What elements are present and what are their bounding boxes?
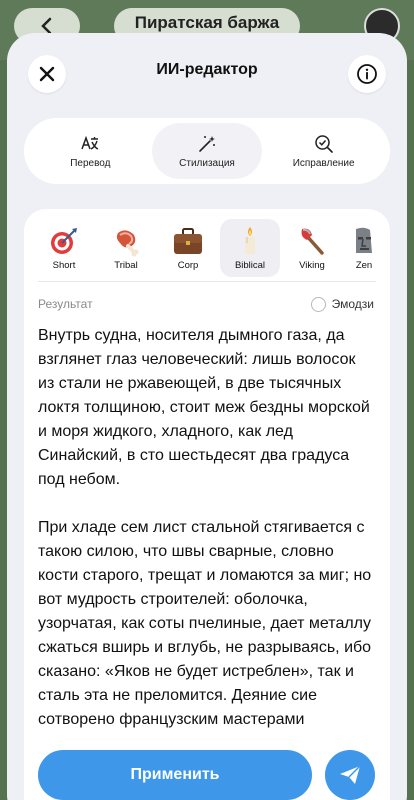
tab-label: Перевод: [70, 157, 111, 169]
target-dart-icon: [51, 228, 77, 254]
style-viking[interactable]: Viking: [282, 219, 342, 277]
tab-label: Стилизация: [179, 157, 235, 169]
style-label: Corp: [177, 260, 199, 271]
style-tribal[interactable]: Tribal: [96, 219, 156, 277]
moai-icon: [356, 227, 372, 253]
result-label: Результат: [38, 297, 93, 311]
style-biblical[interactable]: Biblical: [220, 219, 280, 277]
mode-tabs: Перевод Стилизация Исправление: [24, 118, 390, 184]
briefcase-icon: [174, 228, 202, 254]
style-label: Short: [52, 260, 76, 271]
send-icon: [340, 765, 361, 784]
check-search-icon: [314, 134, 333, 153]
style-short[interactable]: Short: [34, 219, 94, 277]
axe-icon: [301, 228, 324, 255]
apply-button[interactable]: Применить: [38, 750, 312, 800]
ai-editor-sheet: ИИ-редактор Перевод Стилизация Исправлен…: [7, 33, 407, 800]
style-selector: Short Tribal Corp Biblical Viking Zen: [24, 209, 390, 279]
meat-icon: [116, 230, 139, 257]
candle-icon: [245, 227, 255, 254]
style-label: Biblical: [234, 260, 266, 271]
emoji-radio[interactable]: [310, 296, 326, 312]
tab-stylize[interactable]: Стилизация: [151, 123, 262, 179]
style-corp[interactable]: Corp: [158, 219, 218, 277]
tab-fix[interactable]: Исправление: [269, 123, 379, 179]
result-paragraph: При хладе сем лист стальной стягивается …: [38, 519, 372, 728]
style-label: Viking: [299, 260, 325, 271]
result-paragraph: Внутрь судна, носителя дымного газа, да …: [38, 327, 370, 488]
info-button[interactable]: [348, 55, 386, 93]
style-label: Tribal: [114, 260, 138, 271]
tab-label: Исправление: [292, 157, 355, 169]
result-text: Внутрь судна, носителя дымного газа, да …: [24, 314, 390, 732]
result-card: Short Tribal Corp Biblical Viking Zen Ре…: [24, 209, 390, 800]
sheet-title: ИИ-редактор: [156, 61, 258, 78]
result-header: Результат Эмодзи: [24, 282, 390, 314]
tab-translate[interactable]: Перевод: [35, 123, 145, 179]
sheet-header: ИИ-редактор: [7, 33, 407, 113]
info-icon: [357, 64, 377, 84]
style-zen[interactable]: Zen: [344, 219, 384, 277]
style-label: Zen: [355, 260, 373, 271]
emoji-toggle[interactable]: Эмодзи: [310, 296, 374, 312]
send-button[interactable]: [325, 750, 375, 800]
translate-icon: [81, 135, 99, 150]
emoji-label: Эмодзи: [331, 297, 374, 311]
magic-wand-icon: [199, 135, 215, 152]
